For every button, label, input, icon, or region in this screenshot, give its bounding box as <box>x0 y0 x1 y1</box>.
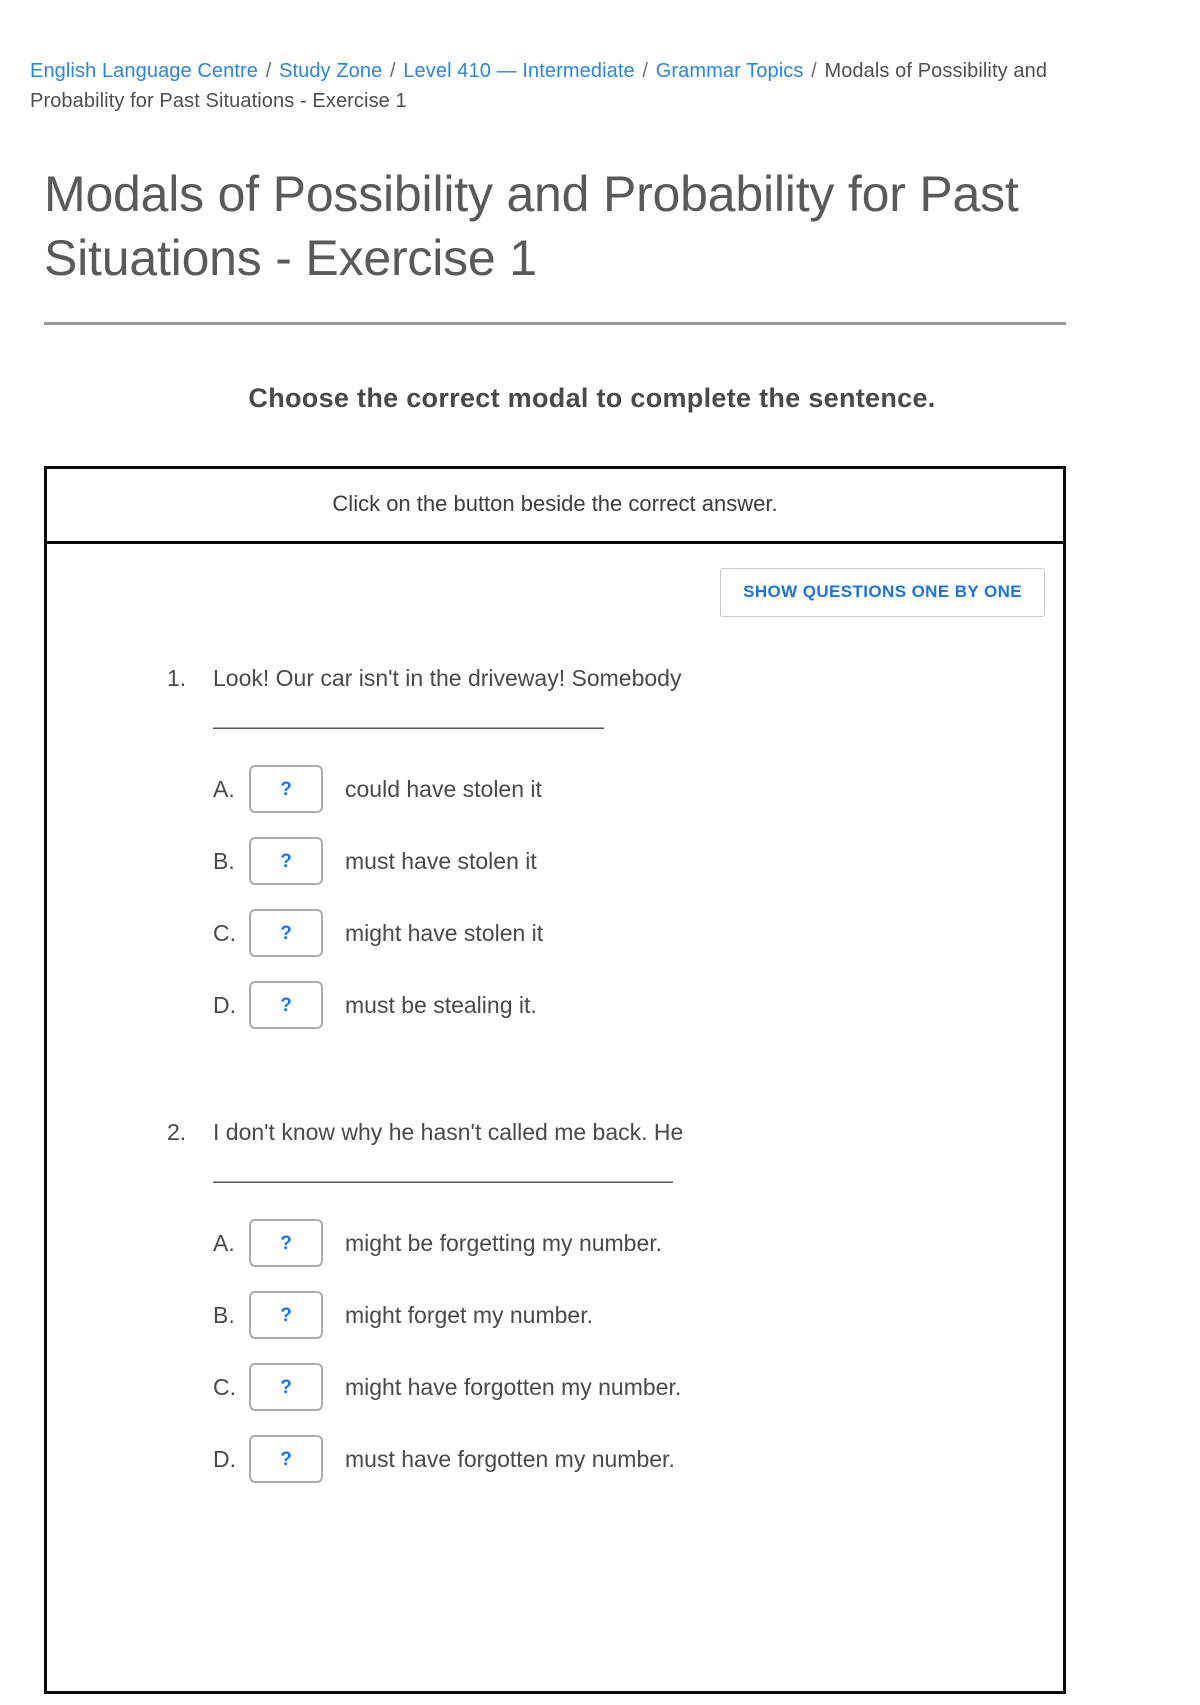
option-text: must be stealing it. <box>345 991 537 1018</box>
option-row: A.? might be forgetting my number. <box>213 1219 1063 1267</box>
option-letter: B. <box>213 847 235 874</box>
option-list: A.? could have stolen it B.? must have stol… <box>47 765 1063 1029</box>
option-row: B.? might forget my number. <box>213 1291 1063 1339</box>
option-text: might have stolen it <box>345 919 544 946</box>
question-number: 1. <box>167 665 187 691</box>
option-text: could have stolen it <box>345 775 542 802</box>
page-title: Modals of Possibility and Probability fo… <box>44 166 1019 286</box>
option-row: C.? might have forgotten my number. <box>213 1363 1063 1411</box>
breadcrumb-separator: / <box>636 60 654 82</box>
question-blank: ———————————————————— <box>213 1167 673 1193</box>
option-text: must have forgotten my number. <box>345 1445 675 1472</box>
question-number: 2. <box>167 1119 187 1145</box>
option-answer-button[interactable]: ? <box>249 1435 323 1483</box>
instruction-text: Click on the button beside the correct a… <box>332 491 778 516</box>
quiz-box: SHOW QUESTIONS ONE BY ONE 1. Look! Our ca… <box>44 544 1066 1694</box>
question-list: 1. Look! Our car isn't in the driveway! S… <box>47 617 1063 1483</box>
option-list: A.? might be forgetting my number. B.? migh… <box>47 1219 1063 1483</box>
option-letter: B. <box>213 1301 235 1328</box>
option-text: must have stolen it <box>345 847 537 874</box>
option-answer-button[interactable]: ? <box>249 1219 323 1267</box>
option-letter: D. <box>213 991 236 1018</box>
page-container: English Language Centre / Study Zone / L… <box>0 0 1200 1694</box>
option-answer-button[interactable]: ? <box>249 837 323 885</box>
quiz-toolbar: SHOW QUESTIONS ONE BY ONE <box>47 568 1063 617</box>
instruction-box: Click on the button beside the correct a… <box>44 466 1066 544</box>
question-header: 1. Look! Our car isn't in the driveway! S… <box>47 661 1063 695</box>
question-text: I don't know why he hasn't called me bac… <box>213 1119 684 1145</box>
show-questions-one-by-one-button[interactable]: SHOW QUESTIONS ONE BY ONE <box>720 568 1045 617</box>
option-letter: A. <box>213 775 235 802</box>
option-row: C.? might have stolen it <box>213 909 1063 957</box>
breadcrumb-separator: / <box>260 60 278 82</box>
option-text: might have forgotten my number. <box>345 1373 682 1400</box>
option-letter: D. <box>213 1445 236 1472</box>
option-row: D.? must have forgotten my number. <box>213 1435 1063 1483</box>
option-text: might forget my number. <box>345 1301 593 1328</box>
breadcrumb-separator: / <box>384 60 402 82</box>
page-title-block: Modals of Possibility and Probability fo… <box>30 162 1170 325</box>
option-answer-button[interactable]: ? <box>249 1363 323 1411</box>
breadcrumb-item-1[interactable]: English Language Centre <box>30 60 258 82</box>
exercise-subheading: Choose the correct modal to complete the… <box>248 383 936 413</box>
option-answer-button[interactable]: ? <box>249 765 323 813</box>
option-row: D.? must be stealing it. <box>213 981 1063 1029</box>
option-row: B.? must have stolen it <box>213 837 1063 885</box>
option-row: A.? could have stolen it <box>213 765 1063 813</box>
question-header: 2. I don't know why he hasn't called me b… <box>47 1115 1063 1149</box>
breadcrumb-item-4[interactable]: Grammar Topics <box>656 60 804 82</box>
option-answer-button[interactable]: ? <box>249 981 323 1029</box>
option-letter: C. <box>213 919 236 946</box>
breadcrumb-item-2[interactable]: Study Zone <box>279 60 382 82</box>
question-1: 1. Look! Our car isn't in the driveway! S… <box>47 661 1063 1029</box>
option-letter: C. <box>213 1373 236 1400</box>
exercise-frame: Click on the button beside the correct a… <box>44 466 1066 1694</box>
question-text: Look! Our car isn't in the driveway! Som… <box>213 665 682 691</box>
breadcrumb-separator: / <box>805 60 823 82</box>
option-answer-button[interactable]: ? <box>249 1291 323 1339</box>
question-2: 2. I don't know why he hasn't called me b… <box>47 1115 1063 1483</box>
option-answer-button[interactable]: ? <box>249 909 323 957</box>
option-letter: A. <box>213 1229 235 1256</box>
breadcrumb: English Language Centre / Study Zone / L… <box>30 0 1050 116</box>
question-blank: ————————————————— <box>213 713 604 739</box>
breadcrumb-item-3[interactable]: Level 410 — Intermediate <box>403 60 634 82</box>
option-text: might be forgetting my number. <box>345 1229 663 1256</box>
title-divider <box>44 322 1066 325</box>
